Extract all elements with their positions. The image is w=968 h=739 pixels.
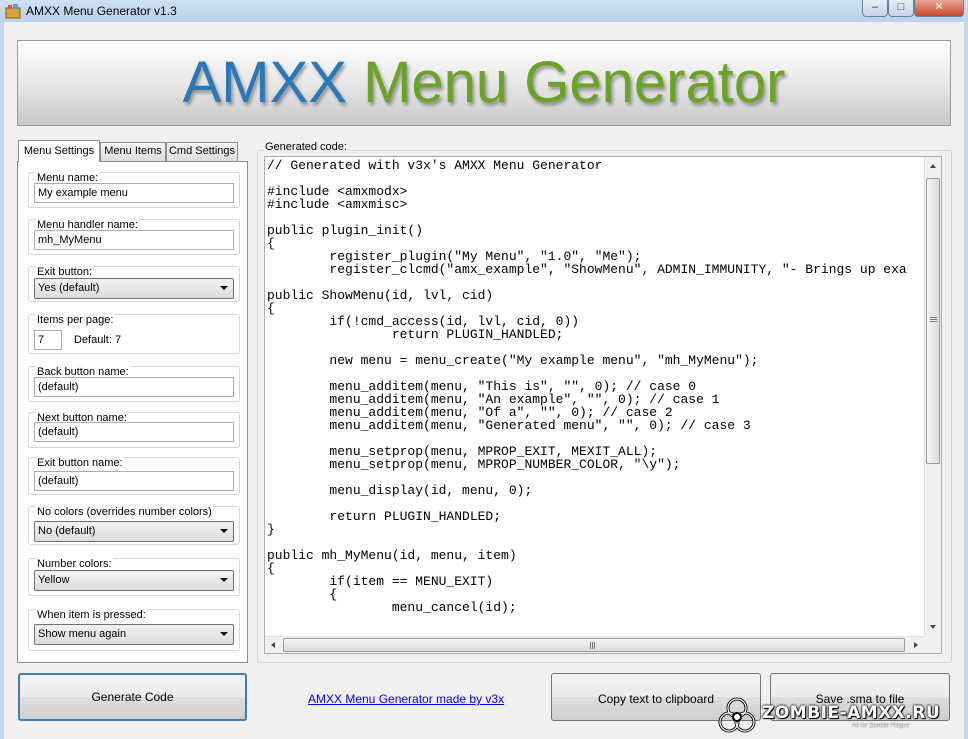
credit-link[interactable]: AMXX Menu Generator made by v3x: [308, 692, 504, 706]
generated-code-label: Generated code:: [264, 141, 348, 153]
title-bar[interactable]: AMXX Menu Generator v1.3 – □ ✕: [0, 0, 968, 23]
number-colors-group: Number colors: Yellow: [28, 558, 240, 596]
watermark-text: ZOMBIE-AMXX.RU: [762, 703, 941, 723]
horizontal-scroll-thumb[interactable]: [283, 638, 905, 652]
no-colors-select-value: No (default): [38, 525, 96, 537]
chevron-down-icon: [220, 529, 228, 533]
generate-code-button[interactable]: Generate Code: [18, 673, 247, 721]
menu-name-input[interactable]: My example menu: [34, 183, 234, 203]
watermark: ZOMBIE-AMXX.RU All for Zombie Plague: [712, 693, 968, 739]
chevron-down-icon: [220, 578, 228, 582]
minimize-icon: –: [871, 1, 879, 13]
banner-title-amxx: AMXX: [182, 50, 347, 115]
maximize-button[interactable]: □: [888, 0, 914, 17]
exit-button-label: Exit button:: [36, 266, 94, 278]
banner-title-rest: Menu Generator: [346, 50, 786, 115]
app-icon: [5, 3, 21, 19]
generated-code-text[interactable]: // Generated with v3x's AMXX Menu Genera…: [267, 159, 923, 632]
chevron-down-icon: [220, 632, 228, 636]
items-per-page-group: Items per page: 7 Default: 7: [28, 314, 240, 354]
tab-menu-items[interactable]: Menu Items: [100, 142, 166, 161]
minimize-button[interactable]: –: [862, 0, 888, 17]
handler-name-input[interactable]: mh_MyMenu: [34, 230, 234, 250]
vertical-scroll-thumb[interactable]: [926, 178, 940, 464]
exit-button-name-group: Exit button name: (default): [28, 457, 240, 495]
exit-button-name-input[interactable]: (default): [34, 471, 234, 491]
menu-name-group: Menu name: My example menu: [28, 172, 240, 208]
scroll-right-icon[interactable]: [914, 642, 918, 648]
scroll-up-icon[interactable]: [930, 164, 936, 168]
vertical-scrollbar[interactable]: [924, 157, 941, 636]
window-title: AMXX Menu Generator v1.3: [26, 4, 177, 18]
maximize-icon: □: [897, 1, 905, 13]
no-colors-label: No colors (overrides number colors): [36, 506, 213, 518]
exit-button-group: Exit button: Yes (default): [28, 266, 240, 302]
number-colors-select[interactable]: Yellow: [34, 570, 234, 591]
banner-title: AMXX Menu Generator: [18, 51, 950, 115]
item-pressed-group: When item is pressed: Show menu again: [28, 609, 240, 651]
exit-button-select-value: Yes (default): [38, 282, 100, 294]
biohazard-icon: [718, 697, 756, 733]
item-pressed-select-value: Show menu again: [38, 628, 127, 640]
items-per-page-default: Default: 7: [74, 334, 122, 346]
scroll-corner: [924, 636, 941, 653]
scroll-down-icon[interactable]: [930, 625, 936, 629]
grip-icon: [930, 317, 937, 318]
close-icon: ✕: [934, 1, 944, 13]
tab-menu-settings[interactable]: Menu Settings: [18, 140, 100, 162]
back-button-name-input[interactable]: (default): [34, 377, 234, 397]
no-colors-group: No colors (overrides number colors) No (…: [28, 506, 240, 545]
tab-cmd-settings[interactable]: Cmd Settings: [166, 142, 238, 161]
horizontal-scrollbar[interactable]: [265, 636, 924, 653]
item-pressed-label: When item is pressed:: [36, 609, 147, 621]
generated-code-textarea[interactable]: // Generated with v3x's AMXX Menu Genera…: [264, 156, 942, 654]
number-colors-select-value: Yellow: [38, 574, 70, 586]
next-button-name-input[interactable]: (default): [34, 422, 234, 442]
grip-icon: [590, 642, 591, 649]
scroll-left-icon[interactable]: [271, 642, 275, 648]
watermark-subtext: All for Zombie Plague: [852, 723, 910, 729]
next-button-name-group: Next button name: (default): [28, 412, 240, 448]
chevron-down-icon: [220, 286, 228, 290]
number-colors-label: Number colors:: [36, 558, 113, 570]
items-per-page-input[interactable]: 7: [34, 330, 62, 350]
exit-button-name-label: Exit button name:: [36, 457, 124, 469]
item-pressed-select[interactable]: Show menu again: [34, 624, 234, 645]
banner: AMXX Menu Generator: [17, 40, 951, 126]
no-colors-select[interactable]: No (default): [34, 521, 234, 542]
exit-button-select[interactable]: Yes (default): [34, 278, 234, 299]
back-button-name-group: Back button name: (default): [28, 366, 240, 402]
handler-name-group: Menu handler name: mh_MyMenu: [28, 219, 240, 255]
items-per-page-label: Items per page:: [36, 314, 115, 326]
close-button[interactable]: ✕: [914, 0, 964, 17]
